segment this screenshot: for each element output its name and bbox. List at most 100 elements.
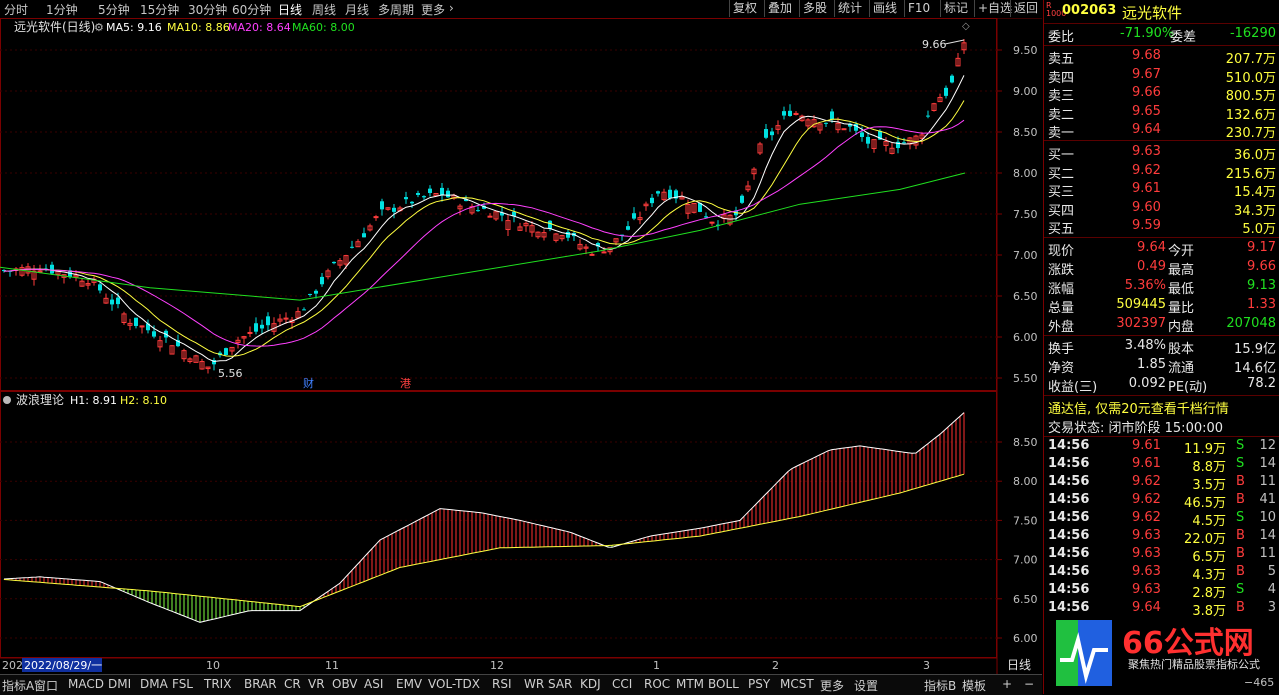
indicator-tab[interactable]: 设置 [854,677,878,694]
indicator-tab[interactable]: 窗口 [34,677,58,694]
indicator-tab[interactable]: DMA [140,677,168,691]
indicator-menu-icon[interactable] [3,396,11,404]
indicator-tab[interactable]: VOL-TDX [428,677,480,691]
indicator-b-control[interactable]: − [1024,677,1034,691]
tick-price: 9.63 [1132,582,1161,597]
ask-price: 9.67 [1132,66,1161,82]
fundamental-row: 净资 1.85 流通 14.6亿 [1048,357,1278,376]
indicator-tab[interactable]: KDJ [580,677,601,691]
tick-time: 14:56 [1048,582,1090,597]
bid-volume: 5.0万 [1242,222,1276,237]
period-tab[interactable]: 60分钟 [232,1,271,18]
indicator-tab[interactable]: CR [284,677,301,691]
period-tab[interactable]: 多周期 [378,1,414,18]
candle-body-down [410,201,414,204]
indicator-tab[interactable]: PSY [748,677,770,691]
indicator-tab[interactable]: MACD [68,677,104,691]
indicator-b-control[interactable]: + [1002,677,1012,691]
period-tab[interactable]: 月线 [345,1,369,18]
ma60-line [0,172,966,301]
indicator-tab[interactable]: RSI [492,677,512,691]
indicator-tab[interactable]: ASI [364,677,383,691]
indicator-b-control[interactable]: 模板 [962,677,986,694]
stock-header: R 1000 002063 远光软件 [1046,1,1278,23]
ask-price: 9.66 [1132,85,1161,100]
indicator-tab[interactable]: MCST [780,677,814,691]
tick-price: 9.63 [1132,564,1161,579]
bid-price: 9.59 [1132,218,1161,233]
y-tick-label: 8.50 [1013,126,1038,139]
indicator-tab[interactable]: DMI [108,677,131,691]
indicator-tab[interactable]: SAR [548,677,572,691]
indicator-frame [0,391,997,658]
kline-chart-area[interactable]: 远光软件(日线) ⚙ MA5: 9.16 MA10: 8.86 MA20: 8.… [0,18,1042,674]
stat-value: 509445 [1116,297,1166,312]
diamond-icon[interactable]: ◇ [962,21,970,32]
indicator-tab[interactable]: 指标A [2,677,34,694]
indicator-tab[interactable]: CCI [612,677,632,691]
chevron-right-icon[interactable]: › [449,1,454,15]
order-ratio-row: 委比 -71.90% 委差 -16290 [1048,26,1276,45]
tick-row: 14:56 9.64 3.8万 B 3 [1048,600,1278,619]
candle-body-down [416,193,420,195]
hk-marker[interactable]: 港 [400,377,411,390]
more-periods[interactable]: 更多 [421,1,445,18]
tick-price: 9.62 [1132,492,1161,507]
stats-button[interactable]: 统计 [834,0,865,17]
tick-count: 4 [1267,582,1276,597]
tick-time: 14:56 [1048,474,1090,489]
tick-price: 9.61 [1132,456,1161,471]
overlay-button[interactable]: 叠加 [764,0,795,17]
back-button[interactable]: 返回 [1010,0,1041,17]
stat-label: 涨跌 [1048,263,1075,278]
finance-marker[interactable]: 财 [303,376,314,390]
bid-level-row: 买二 9.62 215.6万 [1048,162,1278,182]
indicator-tab[interactable]: TRIX [204,677,231,691]
period-tab[interactable]: 5分钟 [98,1,130,18]
bid-price: 9.62 [1132,162,1161,178]
quote-stat-row: 外盘 302397 内盘 207048 [1048,316,1278,335]
fuquan-button[interactable]: 复权 [729,0,760,17]
period-tab[interactable]: 分时 [4,1,28,18]
add-favorite-button[interactable]: +自选 [974,0,1015,17]
f10-button[interactable]: F10 [904,0,933,17]
indicator-tab[interactable]: 更多 [820,677,844,694]
multi-stock-button[interactable]: 多股 [799,0,830,17]
settings-icon[interactable]: ⚙ [94,21,104,34]
draw-line-button[interactable]: 画线 [869,0,900,17]
indicator-tab[interactable]: ROC [644,677,670,691]
order-ratio: -71.90% [1120,26,1175,41]
indicator-tab[interactable]: FSL [172,677,193,691]
candle-body-down [656,191,660,194]
tick-side: S [1236,582,1245,597]
indicator-tab[interactable]: BOLL [708,677,739,691]
indicator-tab[interactable]: BRAR [244,677,277,691]
fund-label: PE(动) [1168,380,1208,395]
period-indicator[interactable]: 日线 [1007,658,1031,672]
bid-label: 买二 [1048,166,1075,182]
upgrade-notice[interactable]: 通达信, 仅需20元查看千档行情 [1048,398,1229,417]
indicator-tab[interactable]: OBV [332,677,358,691]
indicator-tab[interactable]: WR [524,677,544,691]
bid-level-row: 买一 9.63 36.0万 [1048,144,1278,163]
quote-stat-row: 总量 509445 量比 1.33 [1048,297,1278,316]
notice-row[interactable]: 通达信, 仅需20元查看千档行情 [1048,398,1278,417]
ask-label: 卖三 [1048,89,1075,104]
indicator-b-control[interactable]: 指标B [924,677,956,694]
period-tab-active[interactable]: 日线 [278,1,302,18]
period-tab[interactable]: 周线 [312,1,336,18]
fund-label: 收益(三) [1048,380,1098,395]
candle-body-down [902,142,906,144]
indicator-tab[interactable]: MTM [676,677,704,691]
ask-volume: 132.6万 [1225,107,1276,123]
bid-volume: 215.6万 [1225,166,1276,182]
period-tab[interactable]: 1分钟 [46,1,78,18]
indicator-tab[interactable]: VR [308,677,325,691]
indicator-tab[interactable]: EMV [396,677,422,691]
period-tab[interactable]: 15分钟 [140,1,179,18]
tick-time: 14:56 [1048,438,1090,453]
candle-body-down [950,75,954,83]
period-tab[interactable]: 30分钟 [188,1,227,18]
high-pointer [944,39,965,45]
mark-button[interactable]: 标记 [940,0,971,17]
